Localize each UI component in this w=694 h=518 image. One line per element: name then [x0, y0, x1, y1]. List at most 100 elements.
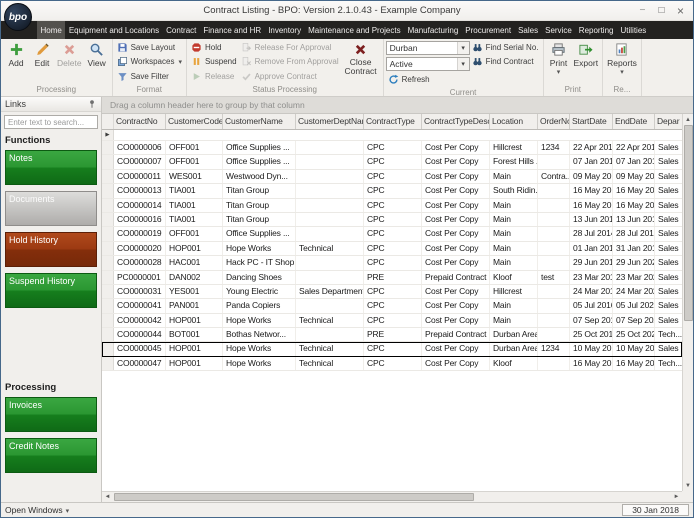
delete-button[interactable]: Delete	[55, 40, 84, 84]
close-contract-button[interactable]: Close Contract	[341, 40, 381, 78]
menu-tab[interactable]: Contract	[163, 21, 200, 39]
table-row[interactable]: CO0000011 WES001 Westwood Dyn... CPC Cost Pe…	[102, 169, 682, 185]
table-row[interactable]: CO0000047 HOP001 Hope Works Technical CPC Cos…	[102, 356, 682, 372]
filter-icon	[117, 71, 128, 82]
export-button[interactable]: Export	[572, 40, 601, 84]
save-filter-button[interactable]: Save Filter	[115, 69, 184, 84]
table-row[interactable]: CO0000028 HAC001 Hack PC - IT Shop CPC Cost …	[102, 256, 682, 271]
save-icon	[117, 42, 128, 53]
sidebar-function-button[interactable]: Suspend History	[5, 273, 97, 308]
cell: CPC	[364, 198, 422, 212]
cell: Titan Group	[223, 184, 296, 198]
workspaces-button[interactable]: Workspaces	[115, 55, 184, 70]
reports-button[interactable]: Reports	[605, 40, 639, 84]
table-row[interactable]: CO0000019 OFF001 Office Supplies ... CPC Cos…	[102, 227, 682, 242]
menu-tab[interactable]: Sales	[515, 21, 542, 39]
scroll-down-icon[interactable]: ▼	[683, 480, 694, 491]
cell: Sales	[655, 170, 682, 183]
release-for-approval-button[interactable]: Release For Approval	[239, 40, 341, 55]
group-by-bar[interactable]: Drag a column header here to group by th…	[102, 97, 693, 114]
column-header[interactable]: Location	[490, 114, 538, 129]
cell: HOP001	[166, 313, 223, 328]
cell: 22 Apr 2019	[613, 141, 655, 155]
sidebar-processing-button[interactable]: Credit Notes	[5, 438, 97, 473]
table-row[interactable]: CO0000014 TIA001 Titan Group CPC Cost Per Co…	[102, 198, 682, 213]
menu-tab[interactable]: Procurement	[462, 21, 515, 39]
print-button[interactable]: Print	[546, 40, 572, 84]
scroll-up-icon[interactable]: ▲	[683, 114, 694, 125]
table-row[interactable]: CO0000013 TIA001 Titan Group CPC Cost Per Co…	[102, 184, 682, 199]
site-select[interactable]: Durban	[385, 41, 470, 55]
column-header[interactable]: OrderNo	[538, 114, 570, 129]
hold-button[interactable]: Hold	[189, 40, 239, 55]
horizontal-scroll-thumb[interactable]	[114, 493, 474, 501]
menu-tab[interactable]: Service	[542, 21, 576, 39]
menu-tab[interactable]: Inventory	[265, 21, 305, 39]
menu-tab[interactable]: Utilities	[617, 21, 650, 39]
status-select[interactable]: Active	[385, 57, 470, 71]
cell	[296, 227, 364, 241]
horizontal-scrollbar[interactable]: ◄ ►	[102, 491, 682, 502]
column-header[interactable]: CustomerDeptName	[296, 114, 364, 129]
maximize-icon[interactable]	[652, 3, 671, 18]
find-contract-button[interactable]: Find Contract	[470, 55, 541, 70]
vertical-scrollbar[interactable]: ▲ ▼	[682, 114, 693, 491]
sidebar-function-button[interactable]: Hold History	[5, 232, 97, 267]
cell: Sales	[655, 227, 682, 240]
table-row[interactable]: CO0000042 HOP001 Hope Works Technical CPC Cos…	[102, 313, 682, 329]
column-header[interactable]: StartDate	[570, 114, 613, 129]
table-row[interactable]: CO0000006 OFF001 Office Supplies ... CPC Cos…	[102, 141, 682, 156]
menu-tab[interactable]: Maintenance and Projects	[305, 21, 405, 39]
release-button[interactable]: Release	[189, 69, 239, 84]
view-button[interactable]: View	[84, 40, 110, 84]
sidebar-processing-button[interactable]: Invoices	[5, 397, 97, 432]
cell: Main	[490, 241, 538, 256]
sidebar-function-button[interactable]: Documents	[5, 191, 97, 226]
column-header[interactable]: EndDate	[613, 114, 655, 129]
open-windows-button[interactable]: Open Windows	[5, 505, 69, 515]
filter-row[interactable]	[102, 130, 682, 141]
table-row[interactable]: CO0000045 HOP001 Hope Works Technical CPC Cos…	[102, 342, 682, 357]
column-header[interactable]: CustomerName	[223, 114, 296, 129]
table-row[interactable]: CO0000041 PAN001 Panda Copiers CPC Cost Per …	[102, 299, 682, 314]
suspend-button[interactable]: Suspend	[189, 55, 239, 70]
cell: 13 Jun 2014	[570, 212, 613, 227]
approve-contract-button[interactable]: Approve Contract	[239, 69, 341, 84]
release-for-approval-label: Release For Approval	[254, 42, 332, 52]
column-header[interactable]: ContractTypeDesc	[422, 114, 490, 129]
table-row[interactable]: CO0000007 OFF001 Office Supplies ... CPC Cos…	[102, 155, 682, 170]
cell: 1234	[538, 342, 570, 356]
table-row[interactable]: CO0000044 BOT001 Bothas Networ... PRE Prepai…	[102, 328, 682, 343]
search-input[interactable]	[4, 115, 98, 129]
column-header[interactable]: CustomerCode	[166, 114, 223, 129]
menu-tab[interactable]: Reporting	[575, 21, 617, 39]
column-header[interactable]: ContractNo	[114, 114, 166, 129]
edit-button[interactable]: Edit	[29, 40, 55, 84]
sidebar-function-button[interactable]: Notes	[5, 150, 97, 185]
table-row[interactable]: CO0000020 HOP001 Hope Works Technical CPC Cos…	[102, 241, 682, 257]
table-row[interactable]: PC0000001 DAN002 Dancing Shoes PRE Prepaid C…	[102, 270, 682, 285]
column-header[interactable]: Depar	[655, 114, 682, 129]
menu-tab[interactable]: Equipment and Locations	[65, 21, 162, 39]
menu-tab[interactable]: Home	[37, 21, 66, 39]
scroll-left-icon[interactable]: ◄	[102, 492, 113, 503]
menu-tab[interactable]: Finance and HR	[200, 21, 265, 39]
menu-tab[interactable]: Manufacturing	[404, 21, 462, 39]
status-date: 30 Jan 2018	[622, 504, 689, 516]
refresh-button[interactable]: Refresh	[386, 72, 470, 87]
cell: CO0000019	[114, 227, 166, 241]
grid-rows: CO0000006OFF001Office Supplies ...CPCCos…	[102, 130, 682, 372]
scroll-right-icon[interactable]: ►	[671, 492, 682, 503]
table-row[interactable]: CO0000016 TIA001 Titan Group CPC Cost Per Co…	[102, 212, 682, 228]
vertical-scroll-thumb[interactable]	[683, 125, 693, 322]
table-row[interactable]: CO0000031 YES001 Young Electric Sales Depar…	[102, 284, 682, 300]
column-header[interactable]: ContractType	[364, 114, 422, 129]
remove-from-approval-button[interactable]: Remove From Approval	[239, 55, 341, 70]
add-button[interactable]: Add	[3, 40, 29, 84]
pin-icon[interactable]	[87, 99, 97, 109]
save-layout-button[interactable]: Save Layout	[115, 40, 184, 55]
find-serial-button[interactable]: Find Serial No.	[470, 40, 541, 55]
cell: Sales	[655, 299, 682, 312]
minimize-icon[interactable]	[633, 3, 652, 18]
close-icon[interactable]	[671, 3, 690, 18]
